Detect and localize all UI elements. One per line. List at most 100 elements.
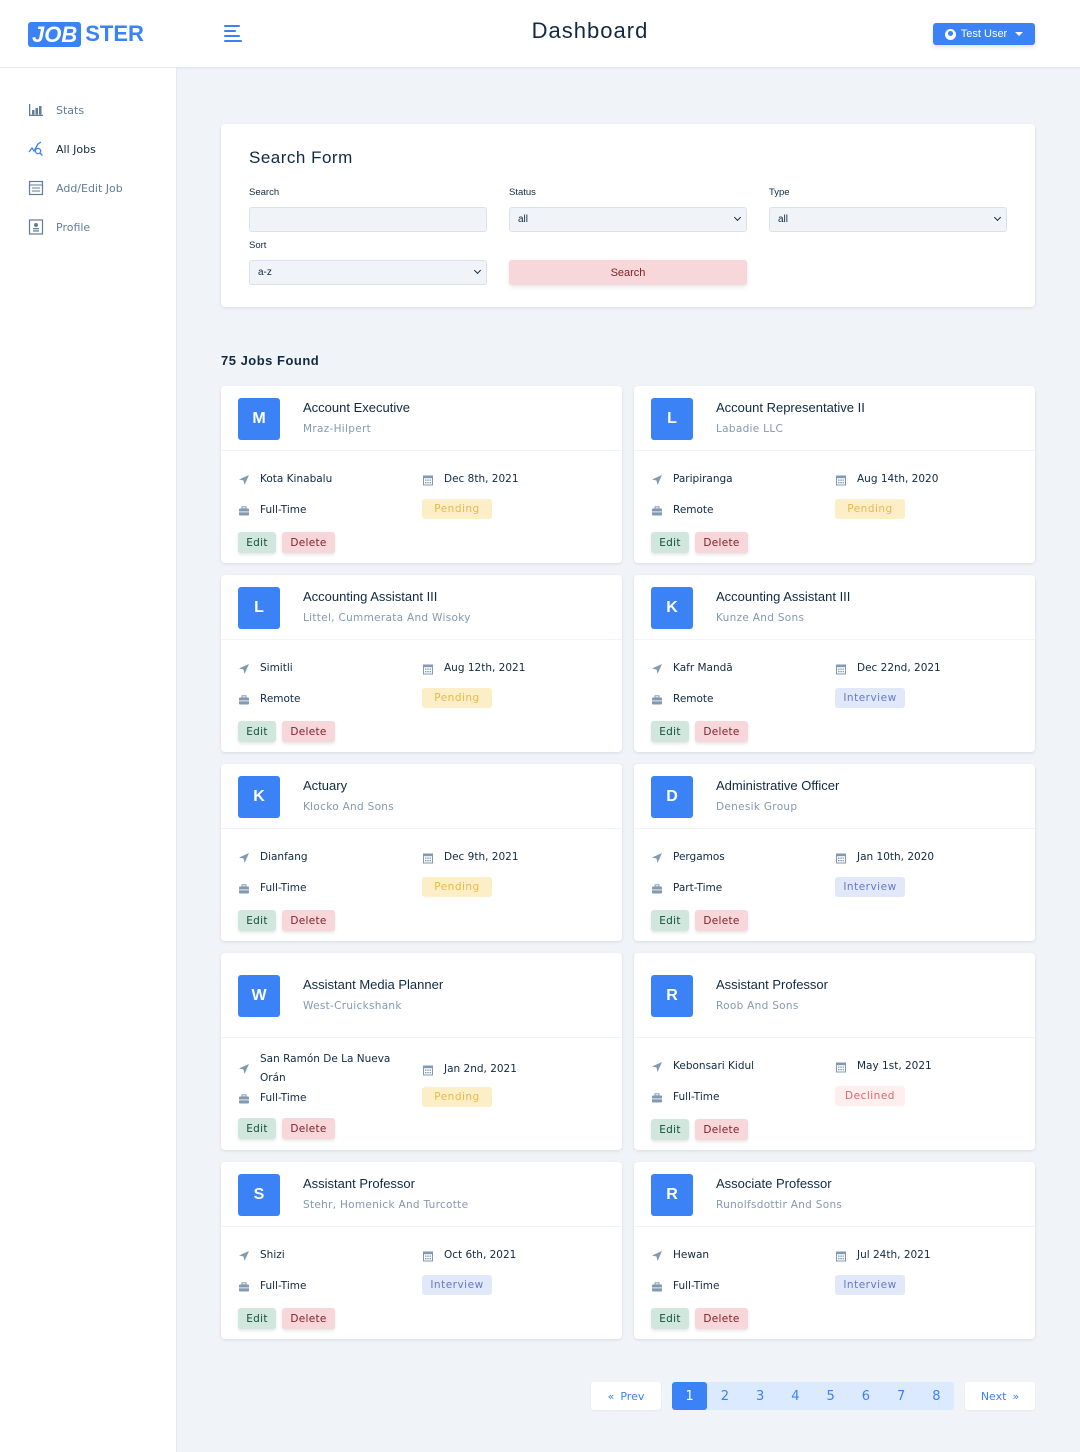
job-card: M Account Executive Mraz-Hilpert Kota Kinab… <box>221 386 622 563</box>
next-page-button[interactable]: Next » <box>965 1382 1035 1410</box>
delete-button[interactable]: Delete <box>695 1119 748 1140</box>
status-select[interactable]: all <box>509 207 747 232</box>
prev-label: Prev <box>620 1389 645 1403</box>
sort-select[interactable]: a-z <box>249 260 487 285</box>
edit-button[interactable]: Edit <box>651 1119 689 1140</box>
job-card-header: L Account Representative II Labadie LLC <box>634 386 1035 451</box>
delete-button[interactable]: Delete <box>695 721 748 742</box>
job-card: R Associate Professor Runolfsdottir And So… <box>634 1162 1035 1339</box>
page-button[interactable]: 5 <box>813 1382 848 1410</box>
status-badge: Interview <box>422 1275 492 1295</box>
page-button[interactable]: 6 <box>848 1382 883 1410</box>
job-card-header: S Assistant Professor Stehr, Homenick And … <box>221 1162 622 1227</box>
page-button[interactable]: 2 <box>707 1382 742 1410</box>
job-type: Full-Time <box>238 1277 306 1296</box>
job-company: West-Cruickshank <box>303 999 402 1012</box>
sidebar-item-profile[interactable]: Profile <box>28 219 90 235</box>
job-card: K Actuary Klocko And Sons Dianfang Dec 9th, … <box>221 764 622 941</box>
location-arrow-icon <box>652 1250 662 1261</box>
type-select[interactable]: all <box>769 207 1007 232</box>
user-circle-icon <box>944 28 956 40</box>
page-button[interactable]: 3 <box>743 1382 778 1410</box>
double-chevron-left-icon: « <box>607 1389 615 1403</box>
job-position: Accounting Assistant III <box>716 588 851 604</box>
sidebar-item-label: Stats <box>56 103 85 117</box>
job-date: Dec 9th, 2021 <box>422 848 519 867</box>
status-badge: Interview <box>835 877 905 897</box>
delete-button[interactable]: Delete <box>695 1308 748 1329</box>
prev-page-button[interactable]: « Prev <box>591 1382 661 1410</box>
job-company: Mraz-Hilpert <box>303 422 371 435</box>
briefcase-icon <box>239 1281 249 1291</box>
sidebar-item-all-jobs[interactable]: All Jobs <box>28 141 96 157</box>
location-arrow-icon <box>239 474 249 485</box>
location-arrow-icon <box>239 1250 249 1261</box>
job-location: Simitli <box>238 659 408 678</box>
chevron-down-icon <box>473 266 482 275</box>
edit-button[interactable]: Edit <box>651 532 689 553</box>
job-type-text: Full-Time <box>673 1091 720 1103</box>
user-menu-button[interactable]: Test User <box>933 23 1035 45</box>
edit-button[interactable]: Edit <box>238 721 276 742</box>
company-avatar: R <box>651 974 693 1017</box>
next-label: Next <box>980 1389 1007 1403</box>
job-type-text: Remote <box>673 693 714 705</box>
job-date-text: Dec 8th, 2021 <box>444 473 519 485</box>
delete-button[interactable]: Delete <box>695 910 748 931</box>
edit-button[interactable]: Edit <box>238 1308 276 1329</box>
job-company: Roob And Sons <box>716 999 799 1012</box>
job-card: R Assistant Professor Roob And Sons Kebonsa… <box>634 953 1035 1150</box>
edit-button[interactable]: Edit <box>238 532 276 553</box>
job-date: Oct 6th, 2021 <box>422 1246 516 1265</box>
page-button[interactable]: 4 <box>778 1382 813 1410</box>
job-company: Runolfsdottir And Sons <box>716 1198 843 1211</box>
job-position: Accounting Assistant III <box>303 588 438 604</box>
job-date-text: Aug 12th, 2021 <box>444 662 526 674</box>
calendar-icon <box>423 853 433 863</box>
location-arrow-icon <box>652 474 662 485</box>
job-type: Full-Time <box>238 501 306 520</box>
job-date: Aug 14th, 2020 <box>835 470 938 489</box>
job-date: Jan 10th, 2020 <box>835 848 934 867</box>
delete-button[interactable]: Delete <box>282 532 335 553</box>
job-date-text: May 1st, 2021 <box>857 1060 932 1072</box>
page-button[interactable]: 7 <box>884 1382 919 1410</box>
job-card-header: R Assistant Professor Roob And Sons <box>634 953 1035 1038</box>
delete-button[interactable]: Delete <box>282 1118 335 1139</box>
status-badge: Pending <box>422 877 492 897</box>
calendar-icon <box>423 1251 433 1261</box>
job-position: Assistant Professor <box>716 976 828 992</box>
page-button[interactable]: 8 <box>919 1382 954 1410</box>
company-avatar: L <box>651 397 693 440</box>
sidebar-item-label: Add/Edit Job <box>56 181 123 195</box>
briefcase-icon <box>239 1093 249 1103</box>
job-type-text: Full-Time <box>260 882 307 894</box>
edit-button[interactable]: Edit <box>238 910 276 931</box>
job-position: Account Representative II <box>716 399 865 415</box>
location-arrow-icon <box>652 1061 662 1072</box>
edit-button[interactable]: Edit <box>238 1118 276 1139</box>
delete-button[interactable]: Delete <box>695 532 748 553</box>
delete-button[interactable]: Delete <box>282 910 335 931</box>
edit-button[interactable]: Edit <box>651 721 689 742</box>
job-company: Kunze And Sons <box>716 611 805 624</box>
job-location: Dianfang <box>238 848 408 867</box>
job-type: Part-Time <box>651 879 722 898</box>
sidebar-item-stats[interactable]: Stats <box>28 102 84 118</box>
job-location: Hewan <box>651 1246 821 1265</box>
delete-button[interactable]: Delete <box>282 721 335 742</box>
job-company: Labadie LLC <box>716 422 784 435</box>
company-avatar: K <box>238 775 280 818</box>
job-card-header: L Accounting Assistant III Littel, Cummera… <box>221 575 622 640</box>
page-button[interactable]: 1 <box>672 1382 708 1410</box>
delete-button[interactable]: Delete <box>282 1308 335 1329</box>
job-location: Shizi <box>238 1246 408 1265</box>
status-badge: Declined <box>835 1086 905 1106</box>
edit-button[interactable]: Edit <box>651 1308 689 1329</box>
search-input[interactable] <box>249 207 487 232</box>
chevron-down-icon <box>733 213 742 222</box>
edit-button[interactable]: Edit <box>651 910 689 931</box>
sidebar-item-add-edit-job[interactable]: Add/Edit Job <box>28 180 123 196</box>
search-button[interactable]: Search <box>509 260 747 285</box>
briefcase-icon <box>239 694 249 704</box>
